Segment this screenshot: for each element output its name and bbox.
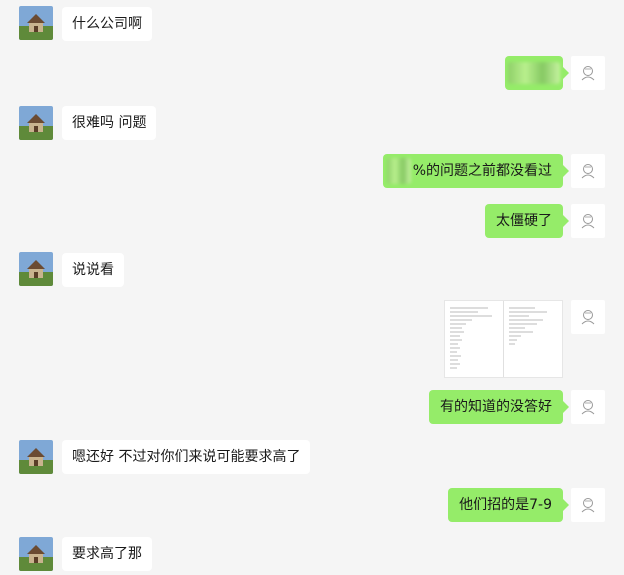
chat-area: 什么公司啊 很难吗 问题 %的问题之前都没看过 太僵硬了 说说看 有的知道的没答… [0,0,624,575]
message-bubble[interactable]: 要求高了那 [62,537,152,571]
house-avatar-icon[interactable] [19,252,53,286]
image-message[interactable] [444,300,563,378]
house-avatar-icon[interactable] [19,6,53,40]
message-bubble[interactable]: 太僵硬了 [485,204,569,238]
sketch-face-avatar-icon[interactable] [571,204,605,238]
message-text: %的问题之前都没看过 [412,163,552,179]
message-bubble[interactable]: 什么公司啊 [62,7,152,41]
sketch-face-avatar-icon[interactable] [571,300,605,334]
message-bubble[interactable]: 有的知道的没答好 [429,390,569,424]
sketch-face-avatar-icon[interactable] [571,154,605,188]
sketch-face-avatar-icon[interactable] [571,488,605,522]
sketch-face-avatar-icon[interactable] [571,390,605,424]
message-bubble[interactable]: 他们招的是7-9 [448,488,569,522]
sketch-face-avatar-icon[interactable] [571,56,605,90]
message-bubble[interactable] [505,56,569,90]
message-bubble[interactable]: %的问题之前都没看过 [382,154,570,188]
message-bubble[interactable]: 嗯还好 不过对你们来说可能要求高了 [62,440,311,474]
house-avatar-icon[interactable] [19,106,53,140]
document-thumbnail-right [509,307,547,345]
house-avatar-icon[interactable] [19,440,53,474]
house-avatar-icon[interactable] [19,537,53,571]
document-thumbnail-left [450,307,492,369]
message-bubble[interactable]: 说说看 [62,253,124,287]
message-bubble[interactable]: 很难吗 问题 [62,106,157,140]
